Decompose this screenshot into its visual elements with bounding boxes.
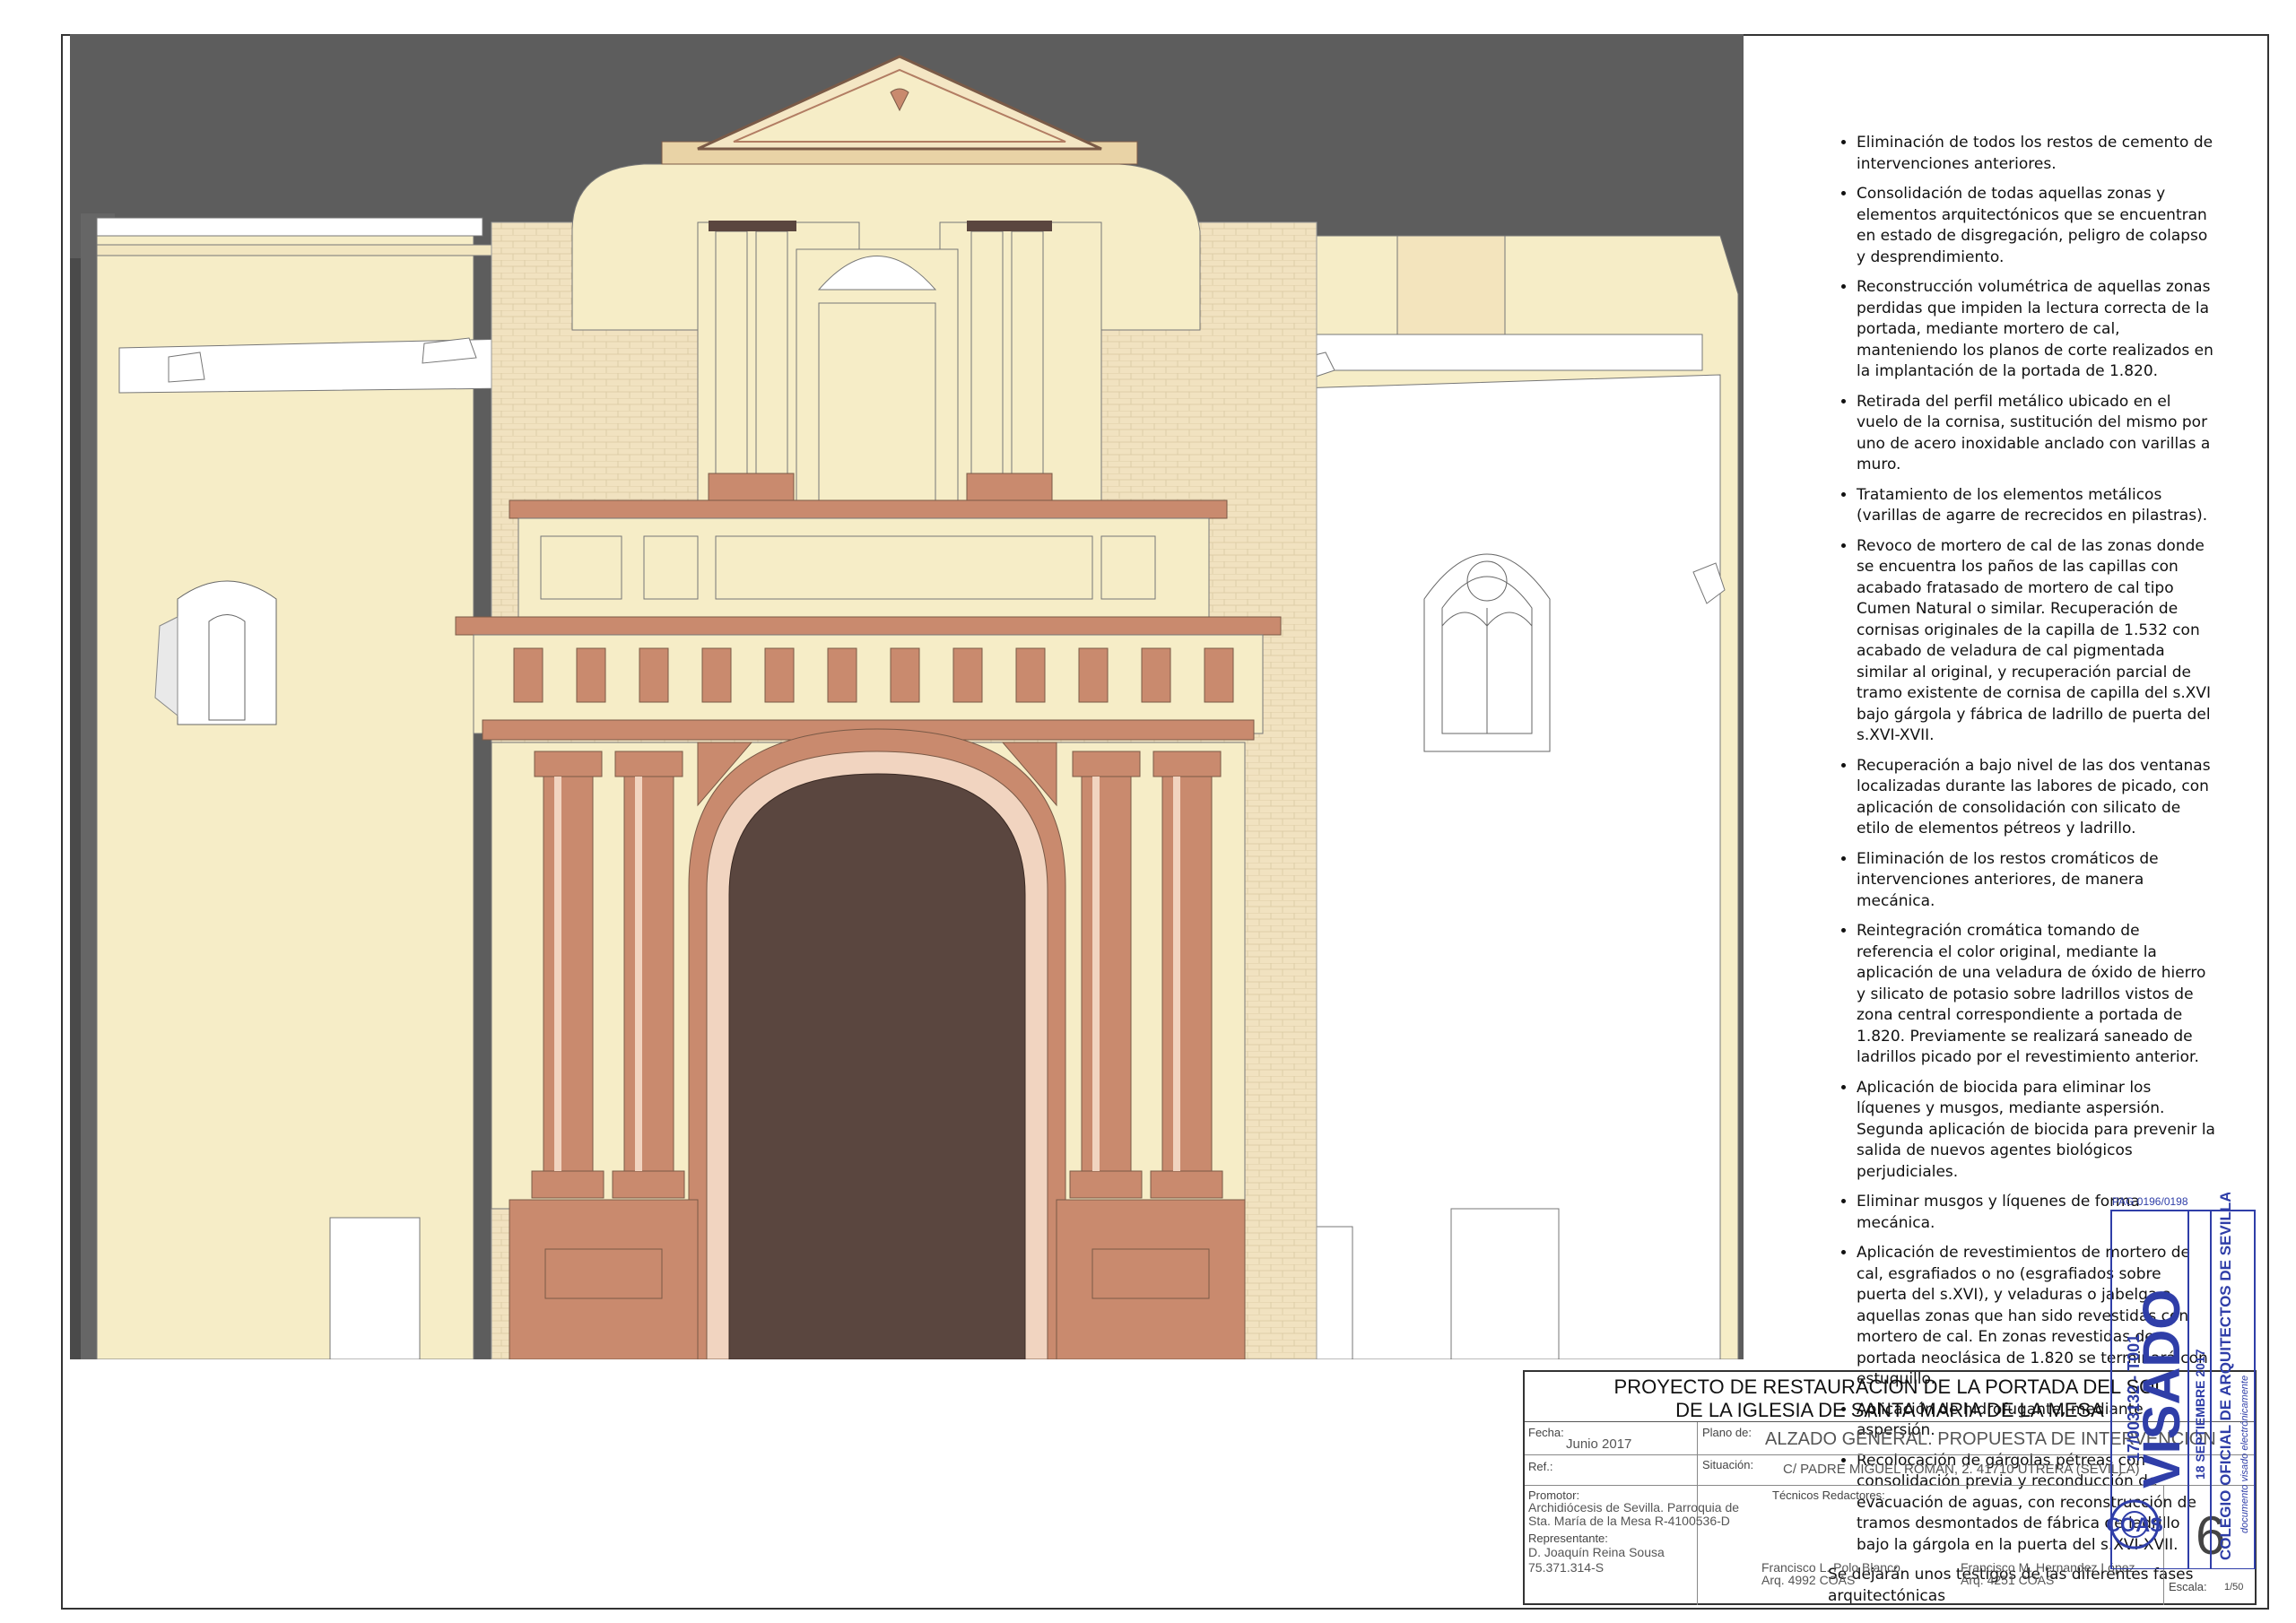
note-item: Retirada del perfil metálico ubicado en … <box>1857 392 2215 476</box>
tecnicos-label: Técnicos Redactores: <box>1772 1488 1885 1502</box>
stamp-electronic: documento visado electrónicamente <box>2239 1376 2250 1533</box>
right-plinth-block <box>1450 1208 1560 1360</box>
coas-seal-text: COAS <box>2106 1514 2163 1536</box>
note-item: Eliminación de los restos cromáticos de … <box>1857 849 2215 913</box>
situacion-value: C/ PADRE MIGUEL ROMAN, 2. 41710 UTRERA (… <box>1783 1462 2140 1477</box>
fecha-value: Junio 2017 <box>1566 1436 1632 1452</box>
promotor-line1: Archidiócesis de Sevilla. Parroquia de <box>1528 1500 1740 1515</box>
door-opening <box>728 773 1026 1360</box>
note-item: Reintegración cromática tomando de refer… <box>1857 921 2215 1069</box>
note-item: Recuperación a bajo nivel de las dos ven… <box>1857 756 2215 840</box>
left-chapel-wall <box>96 226 474 1360</box>
left-edge-wall <box>70 258 81 1359</box>
facade-elevation-svg <box>70 55 1739 1360</box>
right-pedestal <box>1056 1199 1246 1360</box>
plano-label: Plano de: <box>1702 1426 1752 1439</box>
tecnico1-id: Arq. 4992 COAS <box>1761 1573 1856 1587</box>
visado-stamp: COAS VISADO 17/003132 - T001 18 SEPTIEMB… <box>2099 1192 2269 1570</box>
note-item: Revoco de mortero de cal de las zonas do… <box>1857 536 2215 747</box>
elevation-drawing <box>70 34 1744 1360</box>
entablature-top <box>455 616 1282 636</box>
promotor-line2: Sta. María de la Mesa R-4100536-D <box>1528 1514 1730 1528</box>
escala-value: 1/50 <box>2224 1582 2244 1593</box>
note-item: Tratamiento de los elementos metálicos (… <box>1857 485 2215 527</box>
note-item: Aplicación de biocida para eliminar los … <box>1857 1078 2215 1184</box>
stamp-page: PAG 0196/0198 <box>2112 1195 2188 1208</box>
stamp-date: 18 SEPTIEMBRE 2017 <box>2193 1349 2207 1480</box>
tecnico2-id: Arq. 4251 COAS <box>1961 1573 2055 1587</box>
representante-label: Representante: <box>1528 1532 1608 1545</box>
situacion-label: Situación: <box>1702 1458 1754 1471</box>
stamp-colegio: COLEGIO OFICIAL DE ARQUITECTOS DE SEVILL… <box>2217 1193 2234 1560</box>
fecha-label: Fecha: <box>1528 1426 1564 1439</box>
left-plinth-block <box>329 1217 421 1360</box>
ref-label: Ref.: <box>1528 1460 1553 1473</box>
note-item: Reconstrucción volumétrica de aquellas z… <box>1857 277 2215 383</box>
stamp-number: 17/003132 - T001 <box>2125 1334 2143 1462</box>
left-pedestal <box>509 1199 699 1360</box>
note-item: Eliminación de todos los restos de cemen… <box>1857 133 2215 175</box>
visado-stamp-svg: COAS VISADO 17/003132 - T001 18 SEPTIEMB… <box>2106 1192 2256 1570</box>
left-gargoyle <box>168 352 205 383</box>
representante-id: 75.371.314-S <box>1528 1560 1605 1575</box>
representante-name: D. Joaquín Reina Sousa <box>1528 1545 1665 1559</box>
escala-label: Escala: <box>2169 1580 2207 1593</box>
note-item: Consolidación de todas aquellas zonas y … <box>1857 184 2215 268</box>
